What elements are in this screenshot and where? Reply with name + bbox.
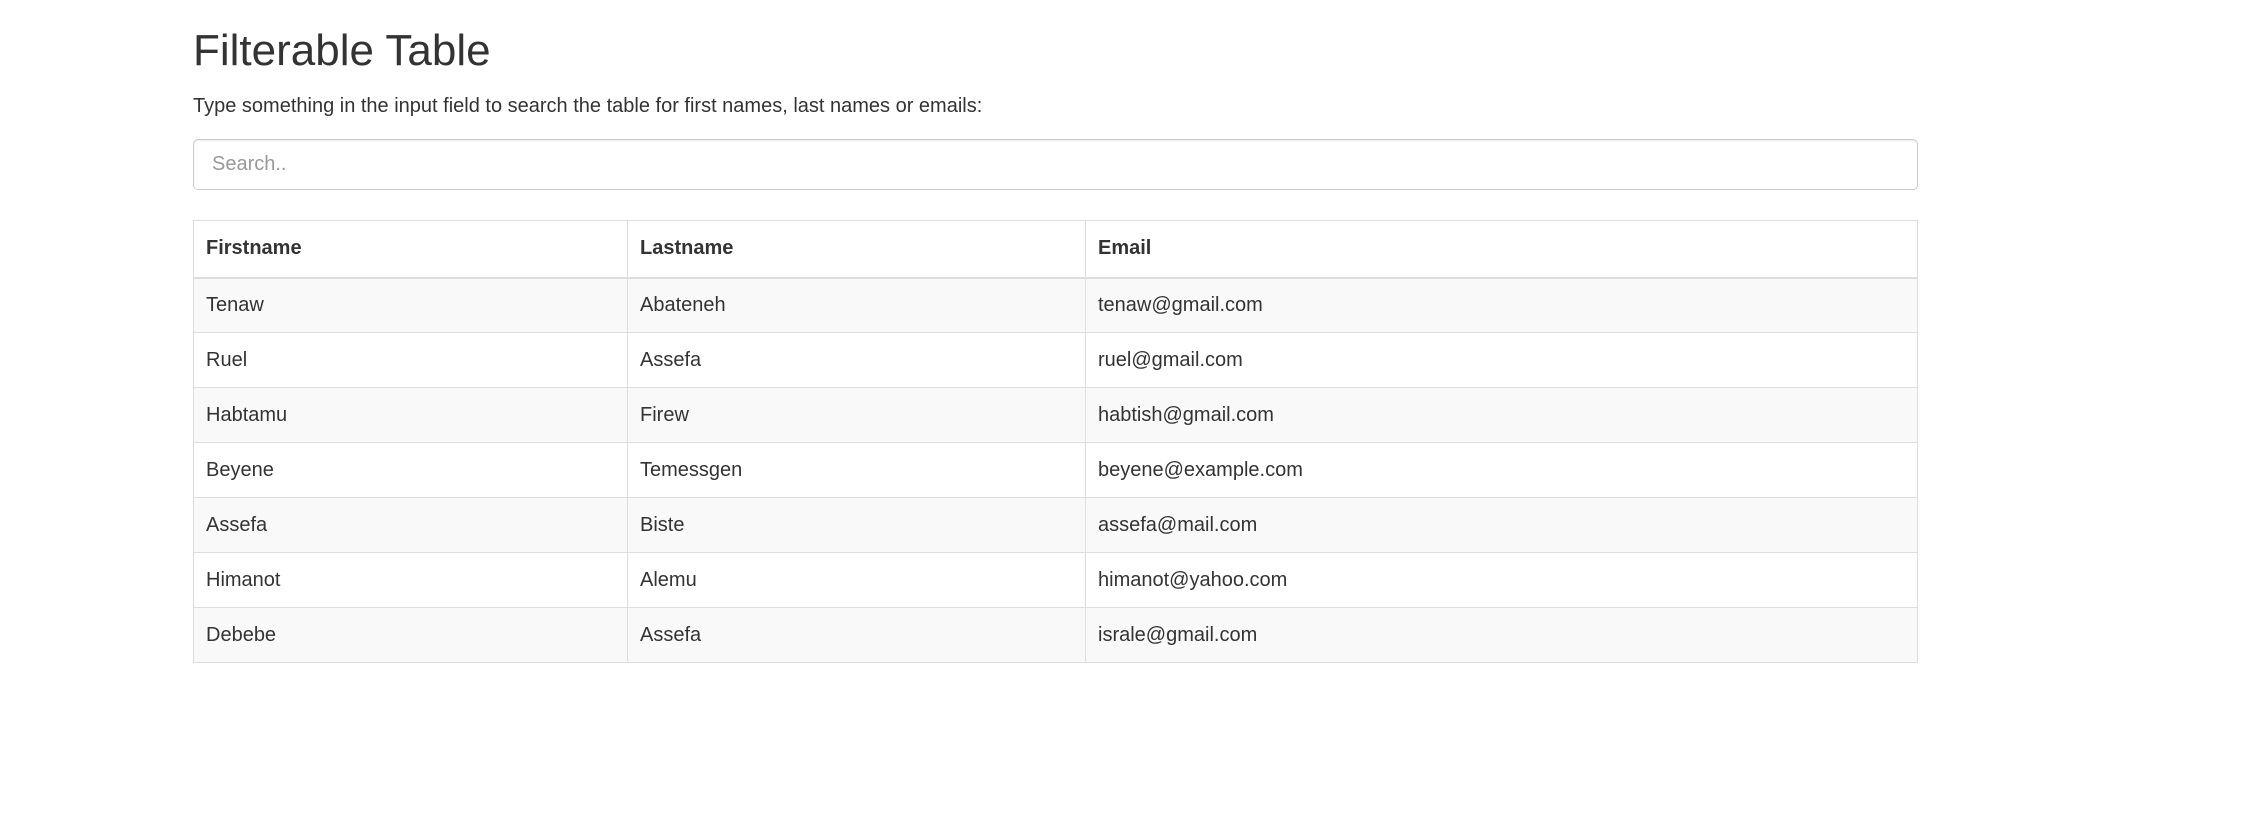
table-row: Himanot Alemu himanot@yahoo.com	[193, 552, 1918, 608]
cell-firstname: Himanot	[193, 552, 628, 608]
cell-lastname: Firew	[627, 387, 1086, 443]
cell-firstname: Debebe	[193, 607, 628, 663]
cell-email: himanot@yahoo.com	[1085, 552, 1918, 608]
table-body: Tenaw Abateneh tenaw@gmail.com Ruel Asse…	[193, 277, 1918, 663]
cell-lastname: Biste	[627, 497, 1086, 553]
cell-firstname: Tenaw	[193, 277, 628, 333]
table-row: Habtamu Firew habtish@gmail.com	[193, 387, 1918, 443]
column-header-firstname: Firstname	[193, 220, 628, 279]
table-header: Firstname Lastname Email	[193, 220, 1918, 279]
table-row: Beyene Temessgen beyene@example.com	[193, 442, 1918, 498]
intro-text: Type something in the input field to sea…	[193, 95, 983, 117]
cell-lastname: Assefa	[627, 607, 1086, 663]
column-header-lastname: Lastname	[627, 220, 1086, 279]
cell-email: assefa@mail.com	[1085, 497, 1918, 553]
table-header-row: Firstname Lastname Email	[193, 220, 1918, 279]
cell-email: beyene@example.com	[1085, 442, 1918, 498]
cell-email: israle@gmail.com	[1085, 607, 1918, 663]
search-wrapper	[193, 139, 1918, 190]
cell-email: tenaw@gmail.com	[1085, 277, 1918, 333]
table-row: Ruel Assefa ruel@gmail.com	[193, 332, 1918, 388]
cell-lastname: Temessgen	[627, 442, 1086, 498]
column-header-email: Email	[1085, 220, 1918, 279]
search-input[interactable]	[193, 139, 1918, 190]
cell-lastname: Abateneh	[627, 277, 1086, 333]
page-title: Filterable Table	[193, 26, 491, 75]
page-container: Filterable Table Type something in the i…	[193, 0, 1918, 663]
cell-firstname: Habtamu	[193, 387, 628, 443]
table-row: Tenaw Abateneh tenaw@gmail.com	[193, 277, 1918, 333]
cell-email: habtish@gmail.com	[1085, 387, 1918, 443]
table-row: Assefa Biste assefa@mail.com	[193, 497, 1918, 553]
cell-firstname: Beyene	[193, 442, 628, 498]
cell-email: ruel@gmail.com	[1085, 332, 1918, 388]
cell-firstname: Assefa	[193, 497, 628, 553]
table-row: Debebe Assefa israle@gmail.com	[193, 607, 1918, 663]
data-table: Firstname Lastname Email Tenaw Abateneh …	[193, 220, 1918, 663]
cell-lastname: Assefa	[627, 332, 1086, 388]
cell-lastname: Alemu	[627, 552, 1086, 608]
cell-firstname: Ruel	[193, 332, 628, 388]
